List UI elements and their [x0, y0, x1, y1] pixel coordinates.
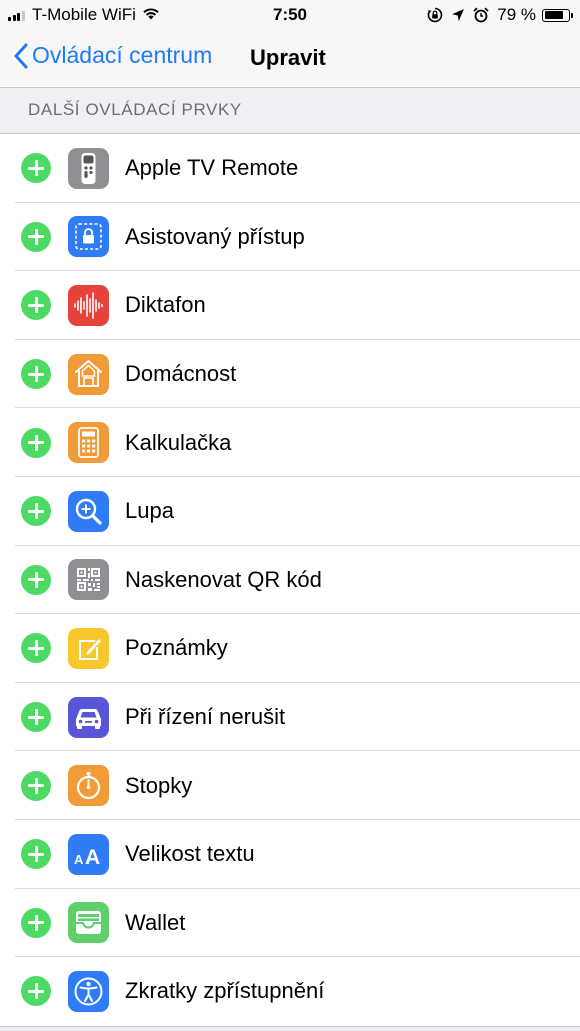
apple-tv-remote-icon: [68, 147, 109, 189]
control-label: Apple TV Remote: [125, 155, 299, 181]
add-control-button[interactable]: [21, 290, 51, 321]
alarm-icon: [473, 7, 489, 23]
add-control-button[interactable]: [21, 770, 51, 801]
control-label: Diktafon: [125, 292, 206, 318]
battery-level: [544, 11, 563, 19]
guided-access-icon: [68, 216, 109, 258]
add-control-button[interactable]: [21, 976, 51, 1007]
calculator-icon: [68, 422, 109, 464]
control-label: Stopky: [125, 772, 193, 798]
list-item: Domácnost: [0, 340, 580, 409]
stopwatch-icon: [68, 765, 109, 807]
back-button-label: Ovládací centrum: [32, 42, 213, 68]
add-control-button[interactable]: [21, 427, 51, 458]
home-icon: [68, 353, 109, 395]
wallet-icon: [68, 902, 109, 944]
battery-icon: [542, 8, 573, 22]
text-size-icon: AA: [68, 833, 109, 875]
list-item: Apple TV Remote: [0, 134, 580, 203]
add-control-button[interactable]: [21, 153, 51, 184]
list-item: Poznámky: [0, 614, 580, 683]
control-label: Poznámky: [125, 635, 228, 661]
more-controls-list: Apple TV Remote Asistovaný přístup Diktafo…: [0, 133, 580, 1027]
list-item: Zkratky zpřístupnění: [0, 957, 580, 1026]
control-label: Domácnost: [125, 361, 237, 387]
qr-code-icon: [68, 559, 109, 601]
list-item: Stopky: [0, 751, 580, 820]
notes-icon: [68, 627, 109, 669]
add-control-button[interactable]: [21, 839, 51, 870]
control-label: Kalkulačka: [125, 429, 232, 455]
voice-memos-icon: [68, 284, 109, 326]
add-control-button[interactable]: [21, 359, 51, 390]
add-control-button[interactable]: [21, 702, 51, 733]
control-label: Wallet: [125, 909, 186, 935]
list-item: A A Velikost textu: [0, 820, 580, 889]
navigation-bar: Ovládací centrum Upravit: [0, 30, 580, 88]
list-item: Asistovaný přístup: [0, 203, 580, 272]
location-icon: [451, 8, 465, 22]
list-item: Diktafon: [0, 271, 580, 340]
control-label: Velikost textu: [125, 841, 255, 867]
list-item: Naskenovat QR kód: [0, 546, 580, 615]
control-label: Lupa: [125, 498, 174, 524]
svg-text:A: A: [74, 852, 84, 867]
add-control-button[interactable]: [21, 221, 51, 252]
section-header: DALŠÍ OVLÁDACÍ PRVKY: [28, 100, 242, 119]
control-label: Naskenovat QR kód: [125, 566, 322, 592]
list-item: Lupa: [0, 477, 580, 546]
battery-percent: 79 %: [497, 5, 536, 24]
list-item: Kalkulačka: [0, 408, 580, 477]
car-icon: [68, 696, 109, 738]
accessibility-icon: [68, 970, 109, 1012]
status-right: 79 %: [419, 5, 573, 25]
chevron-left-icon: [14, 43, 28, 68]
svg-text:A: A: [85, 846, 100, 869]
control-label: Asistovaný přístup: [125, 223, 305, 249]
control-label: Zkratky zpřístupnění: [125, 978, 325, 1004]
add-control-button[interactable]: [21, 496, 51, 527]
rotation-lock-icon: [427, 7, 443, 23]
add-control-button[interactable]: [21, 633, 51, 664]
list-item: Wallet: [0, 889, 580, 958]
control-label: Při řízení nerušit: [125, 704, 286, 730]
back-button[interactable]: Ovládací centrum: [14, 42, 212, 69]
page-title: Upravit: [250, 45, 326, 70]
add-control-button[interactable]: [21, 907, 51, 938]
magnifier-icon: [68, 490, 109, 532]
list-item: Při řízení nerušit: [0, 683, 580, 752]
add-control-button[interactable]: [21, 564, 51, 595]
status-bar: T-Mobile WiFi 7:50 79 %: [0, 0, 580, 30]
